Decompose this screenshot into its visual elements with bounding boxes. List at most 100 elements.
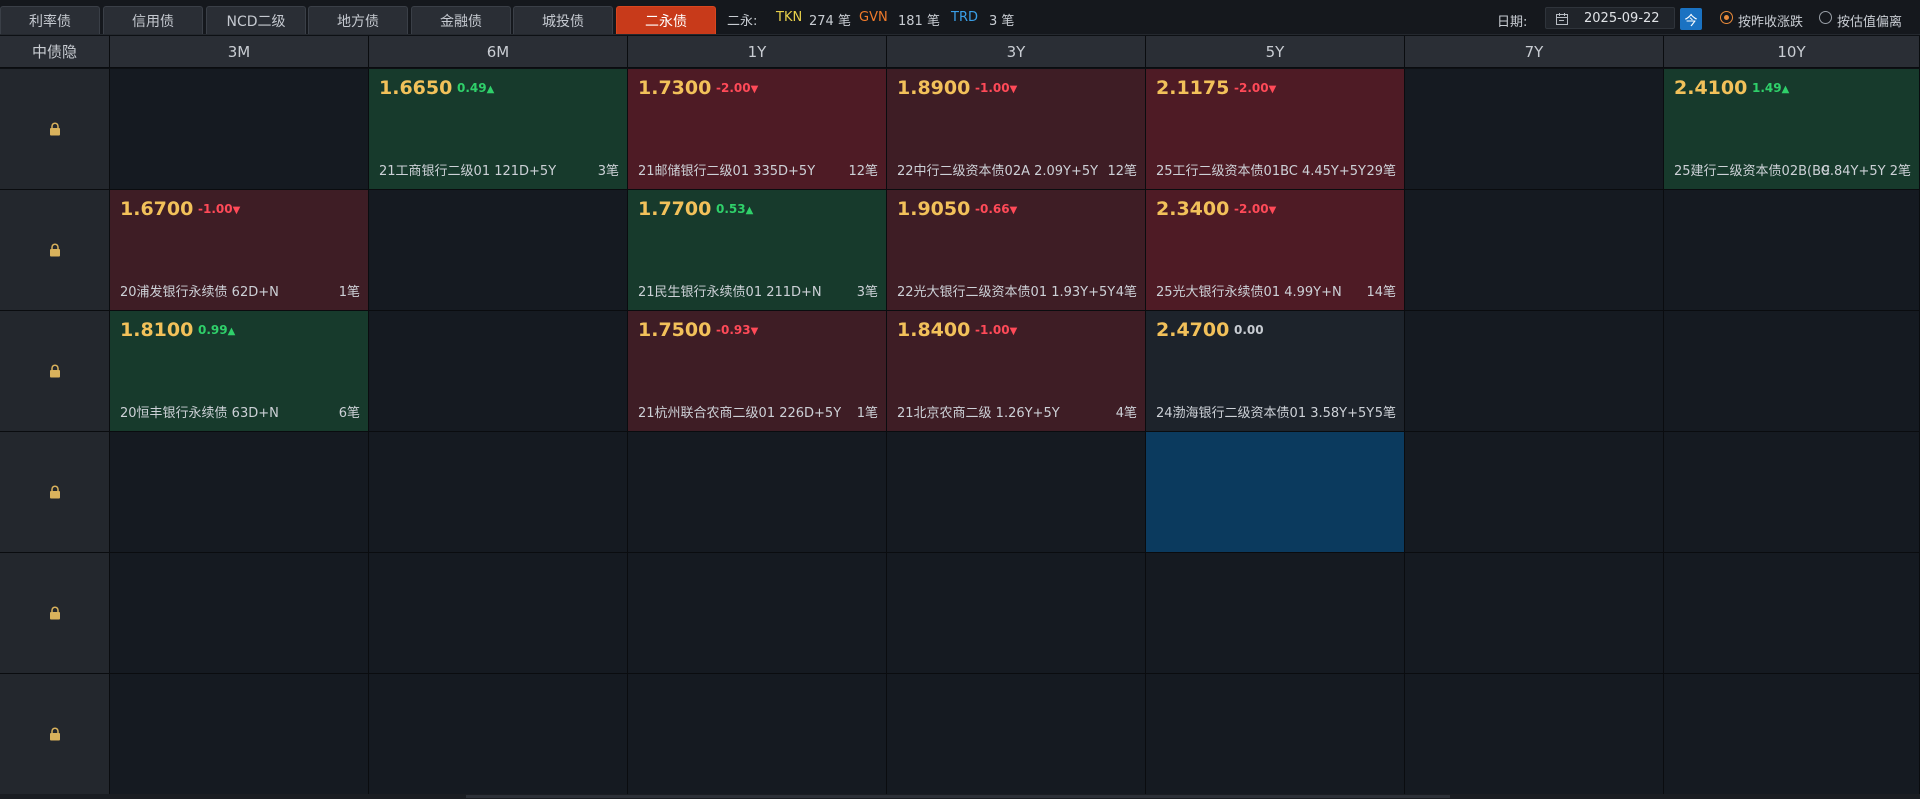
- tab-2[interactable]: 信用债: [103, 6, 203, 34]
- quote-cell[interactable]: [110, 432, 369, 553]
- quote-cell[interactable]: 1.8900 -1.00▼ 22中行二级资本债02A 2.09Y+5Y 12笔: [887, 69, 1146, 190]
- quote-price: 1.8900: [897, 77, 971, 99]
- quote-cell[interactable]: [1146, 674, 1405, 795]
- trade-count: 12笔: [848, 164, 878, 179]
- tab-5[interactable]: 金融债: [411, 6, 511, 34]
- trade-count: 6笔: [338, 406, 360, 421]
- row-lock-1[interactable]: [0, 69, 110, 190]
- trade-count: 1笔: [338, 285, 360, 300]
- row-lock-3[interactable]: [0, 311, 110, 432]
- quote-cell[interactable]: [1405, 674, 1664, 795]
- row-lock-6[interactable]: [0, 674, 110, 795]
- quote-change-value: 0.99: [198, 323, 228, 337]
- sort-radio-2[interactable]: [1819, 11, 1832, 24]
- quote-price: 1.6650: [379, 77, 453, 99]
- column-header-6m: 6M: [369, 36, 628, 68]
- quote-cell[interactable]: [628, 674, 887, 795]
- quote-change: -1.00▼: [198, 202, 240, 216]
- quote-change-value: 0.49: [457, 81, 487, 95]
- quote-cell[interactable]: 1.7700 0.53▲ 21民生银行永续债01 211D+N 3笔: [628, 190, 887, 311]
- quote-cell[interactable]: [369, 553, 628, 674]
- quote-change: -2.00▼: [716, 81, 758, 95]
- quote-cell[interactable]: [1405, 311, 1664, 432]
- quote-cell[interactable]: 2.4100 1.49▲ 25建行二级资本债02B(BC 9.84Y+5Y 2笔: [1664, 69, 1920, 190]
- quote-cell[interactable]: [110, 69, 369, 190]
- row-lock-5[interactable]: [0, 553, 110, 674]
- arrow-down-icon: ▼: [1009, 84, 1018, 95]
- column-header-1y: 1Y: [628, 36, 887, 68]
- quote-cell[interactable]: 1.6650 0.49▲ 21工商银行二级01 121D+5Y 3笔: [369, 69, 628, 190]
- stats-prefix: 二永:: [727, 14, 758, 29]
- quote-cell[interactable]: [369, 190, 628, 311]
- row-lock-4[interactable]: [0, 432, 110, 553]
- quote-cell[interactable]: [1664, 674, 1920, 795]
- lock-icon: [49, 122, 61, 136]
- bond-name: 21邮储银行二级01 335D+5Y: [638, 164, 816, 179]
- scrollbar-thumb[interactable]: [466, 795, 1450, 798]
- quote-price: 1.7700: [638, 198, 712, 220]
- quote-cell[interactable]: 1.9050 -0.66▼ 22光大银行二级资本债01 1.93Y+5Y 4笔: [887, 190, 1146, 311]
- quote-change-value: 1.49: [1752, 81, 1782, 95]
- quote-change: -2.00▼: [1234, 81, 1276, 95]
- bond-name: 21工商银行二级01 121D+5Y: [379, 164, 557, 179]
- quote-cell[interactable]: [1146, 553, 1405, 674]
- trade-count: 1笔: [856, 406, 878, 421]
- horizontal-scrollbar[interactable]: [0, 794, 1920, 799]
- bond-name: 25工行二级资本债01BC 4.45Y+5Y: [1156, 164, 1366, 179]
- sort-radio-label-2[interactable]: 按估值偏离: [1837, 11, 1902, 30]
- bond-name: 21杭州联合农商二级01 226D+5Y: [638, 406, 842, 421]
- quote-cell[interactable]: [369, 674, 628, 795]
- tab-3[interactable]: NCD二级: [206, 6, 306, 34]
- stat-key-gvn: GVN: [859, 10, 888, 25]
- quote-change: -1.00▼: [975, 81, 1017, 95]
- quote-cell[interactable]: 1.8100 0.99▲ 20恒丰银行永续债 63D+N 6笔: [110, 311, 369, 432]
- quote-cell[interactable]: [628, 432, 887, 553]
- quote-cell[interactable]: [1664, 311, 1920, 432]
- stat-value-tkn: 274 笔: [809, 14, 851, 29]
- quote-cell[interactable]: [887, 674, 1146, 795]
- arrow-down-icon: ▼: [232, 205, 241, 216]
- row-lock-2[interactable]: [0, 190, 110, 311]
- quote-cell[interactable]: [110, 553, 369, 674]
- quote-cell[interactable]: 1.7500 -0.93▼ 21杭州联合农商二级01 226D+5Y 1笔: [628, 311, 887, 432]
- quote-cell[interactable]: [1405, 190, 1664, 311]
- sort-radio-1[interactable]: [1720, 11, 1733, 24]
- quote-cell[interactable]: 2.1175 -2.00▼ 25工行二级资本债01BC 4.45Y+5Y 29笔: [1146, 69, 1405, 190]
- quote-cell[interactable]: [1664, 190, 1920, 311]
- trade-count: 3笔: [597, 164, 619, 179]
- quote-cell[interactable]: [1405, 553, 1664, 674]
- tab-4[interactable]: 地方债: [308, 6, 408, 34]
- date-value: 2025-09-22: [1584, 11, 1660, 26]
- sort-radio-label-1[interactable]: 按昨收涨跌: [1738, 11, 1803, 30]
- trade-count: 14笔: [1366, 285, 1396, 300]
- quote-change: -0.66▼: [975, 202, 1017, 216]
- tab-7[interactable]: 二永债: [616, 6, 716, 34]
- quote-cell[interactable]: 2.4700 0.00 24渤海银行二级资本债01 3.58Y+5Y 5笔: [1146, 311, 1405, 432]
- quote-cell[interactable]: 1.7300 -2.00▼ 21邮储银行二级01 335D+5Y 12笔: [628, 69, 887, 190]
- quote-cell[interactable]: [1405, 432, 1664, 553]
- quote-price: 2.1175: [1156, 77, 1230, 99]
- quote-cell[interactable]: 1.6700 -1.00▼ 20浦发银行永续债 62D+N 1笔: [110, 190, 369, 311]
- quote-price: 2.4100: [1674, 77, 1748, 99]
- quote-cell[interactable]: [628, 553, 887, 674]
- quote-cell[interactable]: 2.3400 -2.00▼ 25光大银行永续债01 4.99Y+N 14笔: [1146, 190, 1405, 311]
- quote-change: 1.49▲: [1752, 81, 1789, 95]
- arrow-up-icon: ▲: [745, 205, 754, 216]
- quote-cell[interactable]: [369, 311, 628, 432]
- tab-1[interactable]: 利率债: [0, 6, 100, 34]
- quote-cell[interactable]: [110, 674, 369, 795]
- quote-cell[interactable]: [1664, 432, 1920, 553]
- quote-cell[interactable]: [369, 432, 628, 553]
- corner-header[interactable]: 中债隐: [0, 36, 110, 68]
- quote-cell[interactable]: [1664, 553, 1920, 674]
- quote-cell[interactable]: [887, 432, 1146, 553]
- quote-cell[interactable]: [1405, 69, 1664, 190]
- tab-6[interactable]: 城投债: [513, 6, 613, 34]
- bond-name: 20恒丰银行永续债 63D+N: [120, 406, 279, 421]
- date-picker[interactable]: 2025-09-22: [1545, 7, 1675, 29]
- today-button[interactable]: 今: [1680, 8, 1702, 30]
- quote-cell[interactable]: [887, 553, 1146, 674]
- quote-cell[interactable]: 1.8400 -1.00▼ 21北京农商二级 1.26Y+5Y 4笔: [887, 311, 1146, 432]
- quote-change-value: -0.66: [975, 202, 1010, 216]
- quote-cell[interactable]: [1146, 432, 1405, 553]
